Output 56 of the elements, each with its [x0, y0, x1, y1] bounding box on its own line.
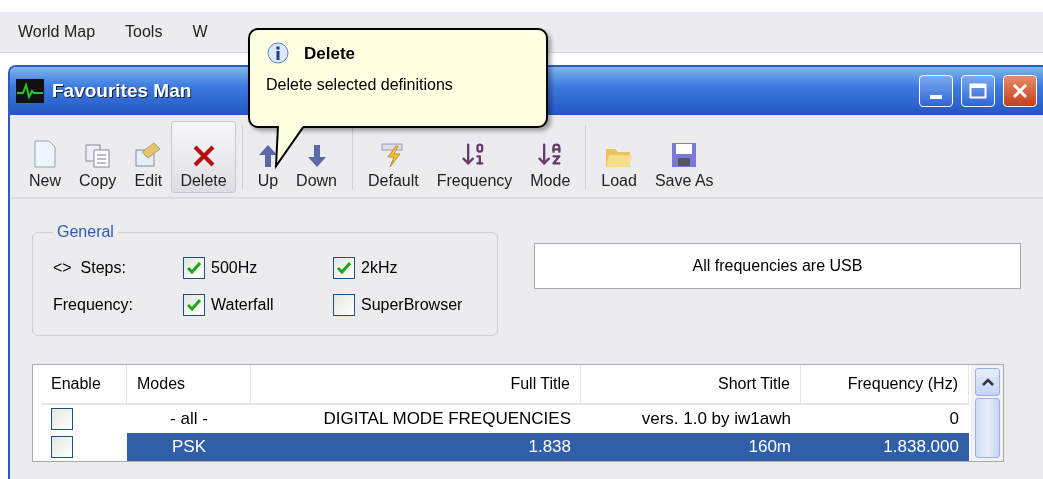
scroll-thumb[interactable]	[975, 398, 1000, 458]
minimize-button[interactable]	[919, 75, 953, 107]
toolbar-button[interactable]: Load	[592, 121, 646, 193]
checkbox[interactable]	[51, 408, 73, 430]
toolbar-button[interactable]: Edit	[125, 121, 172, 193]
delete-icon	[191, 144, 216, 168]
toolbar-button[interactable]: Mode	[521, 121, 580, 193]
field-label: Frequency:	[53, 295, 135, 314]
info-box: All frequencies are USB	[534, 243, 1021, 289]
checkbox-label: 500Hz	[211, 258, 258, 277]
tooltip-text: Delete selected definitions	[266, 76, 453, 93]
table-cell: 160m	[581, 433, 801, 461]
checkbox-label: 2kHz	[361, 258, 398, 277]
checkbox-label: Waterfall	[211, 295, 274, 314]
field-label: <> Steps:	[53, 258, 127, 277]
toolbar-button[interactable]: Default	[359, 121, 428, 193]
close-button[interactable]	[1003, 75, 1037, 107]
folder-icon	[605, 146, 634, 168]
close-icon	[1011, 82, 1029, 100]
menu-item[interactable]: World Map	[18, 23, 96, 41]
toolbar-button[interactable]: Frequency	[427, 121, 522, 193]
toolbar-button[interactable]: Up	[248, 121, 288, 193]
table-cell: 1.838.000	[801, 433, 969, 461]
menu-item[interactable]: W	[192, 23, 208, 41]
tooltip-title: Delete	[304, 44, 356, 64]
toolbar-button[interactable]: Copy	[70, 121, 126, 193]
down-arrow-icon	[306, 144, 327, 168]
copy-icon	[84, 144, 111, 168]
checkbox-label: SuperBrowser	[361, 295, 463, 314]
check-icon	[337, 261, 351, 274]
page-icon	[34, 140, 56, 168]
minimize-icon	[930, 95, 942, 99]
group-title: General	[56, 223, 115, 241]
window-title: Favourites Man	[52, 80, 192, 102]
info-icon	[266, 42, 290, 66]
caret-up-icon	[980, 377, 995, 387]
maximize-button[interactable]	[961, 75, 995, 107]
check-icon	[187, 298, 201, 311]
checkbox[interactable]	[183, 293, 205, 316]
checkbox[interactable]	[183, 256, 205, 279]
waveform-icon	[16, 79, 44, 103]
toolbar-button[interactable]: Down	[287, 121, 346, 193]
check-icon	[187, 261, 201, 274]
checkbox[interactable]	[333, 256, 355, 279]
checkbox[interactable]	[333, 293, 355, 316]
edit-icon	[134, 142, 163, 168]
menu-item[interactable]: Tools	[125, 23, 163, 41]
toolbar-button[interactable]: Save As	[645, 121, 723, 193]
up-arrow-icon	[257, 144, 278, 168]
toolbar-button[interactable]: New	[20, 121, 70, 193]
table-cell: 1.838	[251, 433, 581, 461]
toolbar-button[interactable]: Delete	[171, 121, 236, 193]
table-cell: PSK	[127, 433, 251, 461]
scroll-up-button[interactable]	[975, 368, 1000, 396]
checkbox[interactable]	[51, 436, 73, 458]
maximize-icon	[969, 83, 987, 99]
